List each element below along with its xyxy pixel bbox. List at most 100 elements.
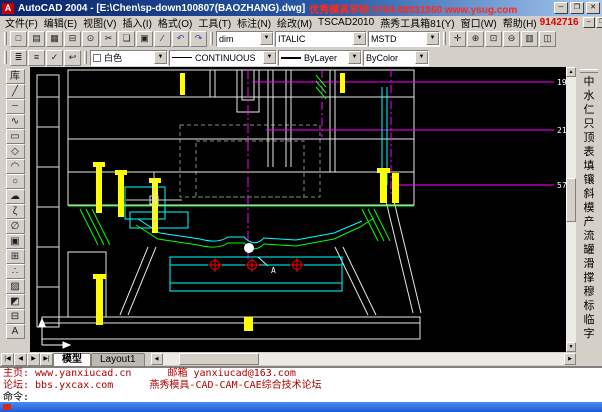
save-button[interactable]: ▦	[46, 31, 63, 47]
properties-button[interactable]: ▥	[521, 31, 538, 47]
toolbox-item-5[interactable]: 表	[578, 145, 600, 159]
chevron-down-icon[interactable]: ▼	[263, 51, 276, 64]
drawing-canvas[interactable]: 19 21 57 A	[30, 67, 566, 352]
toolbox-item-13[interactable]: 滑	[578, 257, 600, 271]
lineweight-combo[interactable]: ByLayer ▼	[278, 50, 362, 66]
menu-window[interactable]: 窗口(W)	[458, 15, 500, 30]
color-combo[interactable]: 白色 ▼	[90, 50, 168, 66]
open-button[interactable]: ▤	[28, 31, 45, 47]
insert-block-button[interactable]: ▣	[6, 234, 25, 249]
copy-button[interactable]: ❏	[118, 31, 135, 47]
doc-minimize-button[interactable]: ─	[583, 17, 595, 28]
dim-layer-combo[interactable]: dim ▼	[216, 31, 274, 47]
new-button[interactable]: □	[10, 31, 27, 47]
tab-layout1[interactable]: Layout1	[91, 353, 145, 366]
menu-yanxiu-toolbox[interactable]: 燕秀工具箱81(Y)	[377, 15, 457, 30]
toolbox-item-11[interactable]: 流	[578, 229, 600, 243]
vertical-scrollbar[interactable]: ▲ ▼	[566, 67, 576, 352]
toolbar-grip[interactable]	[443, 32, 446, 45]
scroll-left-icon[interactable]: ◀	[151, 353, 163, 365]
toolbox-item-17[interactable]: 临	[578, 313, 600, 327]
print-button[interactable]: ⊟	[64, 31, 81, 47]
match-properties-button[interactable]: ∕	[154, 31, 171, 47]
vertical-scroll-thumb[interactable]	[566, 178, 576, 222]
scroll-up-icon[interactable]: ▲	[566, 67, 576, 77]
minimize-button[interactable]: ─	[554, 2, 568, 14]
mtext-button[interactable]: A	[6, 324, 25, 339]
toolbox-item-2[interactable]: 仁	[578, 103, 600, 117]
toolbar-grip[interactable]	[4, 32, 7, 45]
chevron-down-icon[interactable]: ▼	[426, 32, 439, 45]
toolbar-grip[interactable]	[210, 32, 213, 45]
toolbox-item-0[interactable]: 中	[578, 75, 600, 89]
close-button[interactable]: ✕	[586, 2, 600, 14]
table-button[interactable]: ⊟	[6, 309, 25, 324]
chevron-down-icon[interactable]: ▼	[415, 51, 428, 64]
tab-prev-icon[interactable]: ◀	[14, 353, 27, 366]
designcenter-button[interactable]: ◫	[539, 31, 556, 47]
toolbox-item-12[interactable]: 罐	[578, 243, 600, 257]
command-window[interactable]: 主页: www.yanxiucad.cn 邮箱 yanxiucad@163.co…	[0, 366, 602, 402]
chevron-down-icon[interactable]: ▼	[353, 32, 366, 45]
menu-format[interactable]: 格式(O)	[155, 15, 195, 30]
toolbox-item-7[interactable]: 镶	[578, 173, 600, 187]
zoom-window-button[interactable]: ⊡	[485, 31, 502, 47]
make-block-button[interactable]: ⊞	[6, 249, 25, 264]
gradient-button[interactable]: ◩	[6, 294, 25, 309]
linetype-combo[interactable]: CONTINUOUS ▼	[169, 50, 277, 66]
dim-style-combo[interactable]: MSTD ▼	[368, 31, 440, 47]
toolbox-item-4[interactable]: 顶	[578, 131, 600, 145]
polyline-button[interactable]: ∿	[6, 114, 25, 129]
hatch-button[interactable]: ▨	[6, 279, 25, 294]
menu-help[interactable]: 帮助(H)	[500, 15, 540, 30]
menu-edit[interactable]: 编辑(E)	[41, 15, 80, 30]
construction-line-button[interactable]: ┄	[6, 99, 25, 114]
ellipse-button[interactable]: ∅	[6, 219, 25, 234]
make-layer-current-button[interactable]: ✓	[46, 50, 63, 66]
toolbox-item-16[interactable]: 标	[578, 299, 600, 313]
menu-tscad[interactable]: TSCAD2010	[315, 17, 377, 28]
tab-last-icon[interactable]: ▶|	[40, 353, 53, 366]
rectangle-button[interactable]: ▭	[6, 129, 25, 144]
cut-button[interactable]: ✂	[100, 31, 117, 47]
text-style-combo[interactable]: ITALIC ▼	[275, 31, 367, 47]
tab-first-icon[interactable]: |◀	[1, 353, 14, 366]
menu-insert[interactable]: 插入(I)	[119, 15, 154, 30]
polygon-button[interactable]: ◇	[6, 144, 25, 159]
circle-button[interactable]: ○	[6, 174, 25, 189]
toolbox-item-15[interactable]: 穆	[578, 285, 600, 299]
tab-model[interactable]: 模型	[53, 353, 91, 366]
toolbar-grip[interactable]	[4, 51, 7, 64]
zoom-previous-button[interactable]: ⊖	[503, 31, 520, 47]
toolbox-item-9[interactable]: 模	[578, 201, 600, 215]
toolbox-item-10[interactable]: 产	[578, 215, 600, 229]
zoom-realtime-button[interactable]: ⊕	[467, 31, 484, 47]
tab-next-icon[interactable]: ▶	[27, 353, 40, 366]
horizontal-scroll-thumb[interactable]	[179, 353, 259, 365]
redo-button[interactable]: ↷	[190, 31, 207, 47]
layer-states-button[interactable]: ≡	[28, 50, 45, 66]
horizontal-scrollbar[interactable]: ◀ ▶	[151, 353, 576, 365]
arc-button[interactable]: ◠	[6, 159, 25, 174]
chevron-down-icon[interactable]: ▼	[260, 32, 273, 45]
find-button[interactable]: ⊙	[82, 31, 99, 47]
toolbox-item-6[interactable]: 填	[578, 159, 600, 173]
horizontal-scroll-track[interactable]	[163, 353, 564, 365]
chevron-down-icon[interactable]: ▼	[154, 51, 167, 64]
menu-modify[interactable]: 绘改(M)	[274, 15, 315, 30]
point-button[interactable]: ∴	[6, 264, 25, 279]
plotstyle-combo[interactable]: ByColor ▼	[363, 50, 429, 66]
undo-button[interactable]: ↶	[172, 31, 189, 47]
menu-file[interactable]: 文件(F)	[2, 15, 41, 30]
pan-button[interactable]: ✛	[449, 31, 466, 47]
toolbox-item-14[interactable]: 撑	[578, 271, 600, 285]
toolbar-drag-handle[interactable]	[580, 69, 598, 73]
menu-dimension[interactable]: 标注(N)	[234, 15, 274, 30]
menu-tools[interactable]: 工具(T)	[195, 15, 234, 30]
doc-restore-button[interactable]: ❐	[596, 17, 602, 28]
toolbar-grip[interactable]	[84, 51, 87, 64]
toolbox-item-8[interactable]: 斜	[578, 187, 600, 201]
toolbox-item-3[interactable]: 只	[578, 117, 600, 131]
menu-view[interactable]: 视图(V)	[80, 15, 119, 30]
line-button[interactable]: ╱	[6, 84, 25, 99]
